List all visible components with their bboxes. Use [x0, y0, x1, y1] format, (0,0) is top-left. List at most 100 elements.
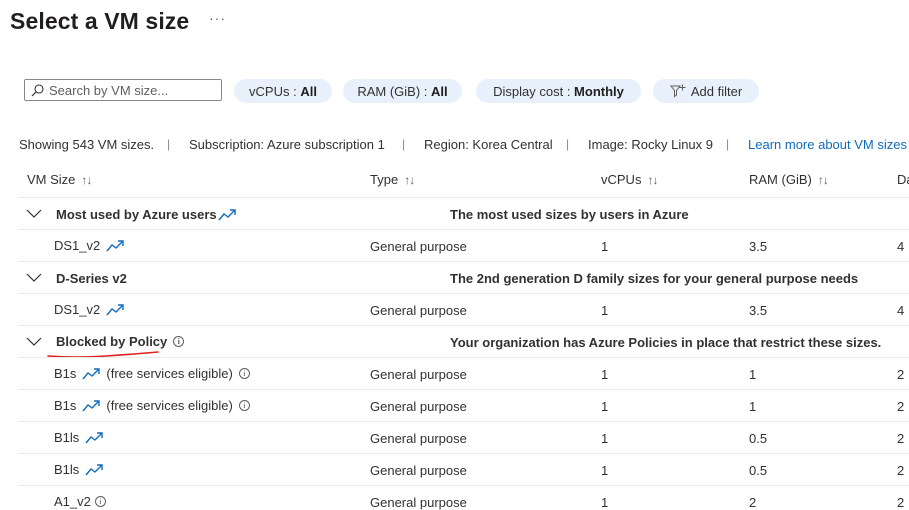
filter-value: Monthly [574, 83, 624, 99]
trending-icon [85, 431, 103, 443]
vm-size-cell[interactable]: B1s (free services eligible) i [54, 366, 250, 381]
column-header-ram[interactable]: RAM (GiB) ↑↓ [749, 172, 829, 187]
vm-size-cell[interactable]: B1ls [54, 462, 103, 477]
type-cell: General purpose [370, 303, 467, 318]
vm-size-cell[interactable]: DS1_v2 [54, 302, 124, 317]
image-info: Image: Rocky Linux 9 [588, 137, 714, 152]
info-icon[interactable]: i [238, 400, 250, 411]
separator: | [726, 137, 730, 151]
ram-cell: 2 [749, 495, 757, 510]
more-options-button[interactable]: ··· [209, 10, 226, 26]
ram-cell: 0.5 [749, 431, 768, 446]
vm-size-cell[interactable]: B1ls [54, 430, 103, 445]
search-input[interactable] [44, 82, 214, 98]
column-header-type[interactable]: Type ↑↓ [370, 172, 415, 187]
column-label: Type [370, 172, 399, 187]
filter-label: Display cost : [493, 83, 575, 99]
column-header-cost[interactable]: Da [897, 172, 909, 187]
filter-label: Add filter [690, 83, 743, 99]
vcpus-cell: 1 [601, 463, 609, 478]
sort-icon: ↑↓ [404, 173, 415, 187]
filter-value: All [431, 83, 448, 99]
group-name: D-Series v2 [56, 271, 127, 286]
filter-value: All [300, 83, 317, 99]
ram-cell: 0.5 [749, 463, 768, 478]
trending-icon [82, 367, 101, 379]
trending-icon [85, 463, 103, 475]
group-header-d-series-v2[interactable]: D-Series v2 [56, 271, 127, 286]
trending-icon [106, 239, 124, 251]
group-name: Blocked by Policy [56, 334, 168, 349]
vm-size-cell[interactable]: DS1_v2 [54, 238, 124, 253]
divider [18, 293, 909, 294]
ram-cell: 3.5 [749, 303, 768, 318]
vm-size-cell[interactable]: B1s (free services eligible) i [54, 398, 250, 413]
info-icon[interactable]: i [94, 496, 106, 507]
filter-vcpus[interactable]: vCPUs : All [234, 79, 332, 103]
ram-cell: 3.5 [749, 239, 768, 254]
divider [18, 453, 909, 454]
separator: | [566, 137, 570, 151]
filter-label: RAM (GiB) : [357, 83, 432, 99]
region-info: Region: Korea Central [424, 137, 553, 152]
info-icon[interactable]: i [238, 368, 250, 379]
separator: | [167, 137, 171, 151]
cost-cell: 4 [897, 303, 905, 318]
group-description: The 2nd generation D family sizes for yo… [450, 271, 859, 286]
vm-size-name: B1ls [54, 462, 80, 477]
divider [18, 389, 909, 390]
add-filter-icon [669, 84, 686, 98]
sort-icon: ↑↓ [81, 173, 92, 187]
cost-cell: 2 [897, 495, 905, 510]
divider [18, 421, 909, 422]
info-icon[interactable]: i [173, 336, 185, 347]
vm-size-name: B1s [54, 366, 77, 381]
filter-display-cost[interactable]: Display cost : Monthly [476, 79, 641, 103]
cost-cell: 4 [897, 239, 905, 254]
ram-cell: 1 [749, 367, 757, 382]
filter-label: vCPUs : [249, 83, 301, 99]
divider [18, 261, 909, 262]
vm-size-name: B1ls [54, 430, 80, 445]
chevron-down-icon[interactable] [26, 337, 42, 347]
cost-cell: 2 [897, 431, 905, 446]
column-header-vcpus[interactable]: vCPUs ↑↓ [601, 172, 658, 187]
separator: | [402, 137, 406, 151]
chevron-down-icon[interactable] [26, 273, 42, 283]
divider [18, 357, 909, 358]
type-cell: General purpose [370, 367, 467, 382]
filter-ram[interactable]: RAM (GiB) : All [343, 79, 462, 103]
vm-size-name: B1s [54, 398, 77, 413]
divider [18, 197, 909, 198]
vcpus-cell: 1 [601, 431, 609, 446]
free-services-note: (free services eligible) [106, 398, 233, 413]
page-title: Select a VM size [10, 8, 190, 34]
ram-cell: 1 [749, 399, 757, 414]
group-header-most-used[interactable]: Most used by Azure users [56, 207, 236, 222]
subscription-info: Subscription: Azure subscription 1 [189, 137, 385, 152]
chevron-down-icon[interactable] [26, 209, 42, 219]
learn-more-link[interactable]: Learn more about VM sizes [748, 137, 907, 152]
trending-icon [82, 399, 101, 411]
vcpus-cell: 1 [601, 495, 609, 510]
column-header-vm-size[interactable]: VM Size ↑↓ [27, 172, 92, 187]
vcpus-cell: 1 [601, 399, 609, 414]
column-label: RAM (GiB) [749, 172, 812, 187]
cost-cell: 2 [897, 463, 905, 478]
sort-icon: ↑↓ [647, 173, 658, 187]
group-description: Your organization has Azure Policies in … [450, 335, 882, 350]
vm-count: Showing 543 VM sizes. [19, 137, 155, 152]
group-header-blocked-by-policy[interactable]: Blocked by Policy i [56, 334, 185, 349]
search-box[interactable] [24, 79, 222, 101]
sort-icon: ↑↓ [817, 173, 829, 187]
vm-size-name: DS1_v2 [54, 302, 101, 317]
trending-icon [218, 208, 236, 220]
type-cell: General purpose [370, 495, 467, 510]
divider [18, 229, 909, 230]
column-label: vCPUs [601, 172, 642, 187]
type-cell: General purpose [370, 431, 467, 446]
column-label: VM Size [27, 172, 76, 187]
add-filter-button[interactable]: Add filter [653, 79, 759, 103]
cost-cell: 2 [897, 399, 905, 414]
cost-cell: 2 [897, 367, 905, 382]
